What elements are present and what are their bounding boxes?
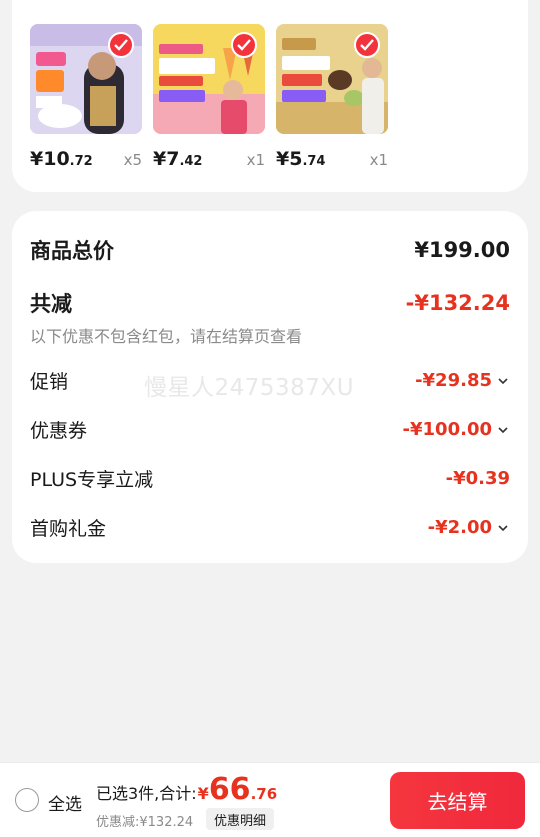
selected-check-icon[interactable] <box>231 32 257 58</box>
discount-row-value: -¥2.00 <box>427 517 492 538</box>
checkout-button[interactable]: 去结算 <box>390 772 525 829</box>
product-price: ¥7.42 <box>153 148 203 170</box>
total-discount-value: -¥132.24 <box>405 291 510 315</box>
product-price: ¥5.74 <box>276 148 326 170</box>
sum-currency: ¥ <box>197 784 209 803</box>
discount-row-label: 促销 <box>30 371 69 393</box>
discount-row-label: PLUS专享立减 <box>30 469 154 491</box>
select-all-label[interactable]: 全选 <box>48 790 82 815</box>
discount-row-coupon[interactable]: 优惠券 -¥100.00 <box>30 416 510 443</box>
discount-note: 以下优惠不包含红包，请在结算页查看 <box>30 327 303 346</box>
product-quantity: x5 <box>123 151 142 169</box>
product-item[interactable]: ¥7.42 x1 <box>153 24 265 170</box>
product-quantity: x1 <box>369 151 388 169</box>
total-price-value: ¥199.00 <box>414 238 510 262</box>
discount-row-value: -¥0.39 <box>445 468 510 489</box>
chevron-down-icon[interactable] <box>496 521 510 535</box>
total-price-label: 商品总价 <box>30 239 114 263</box>
discount-row-value-wrap: -¥29.85 <box>415 370 510 391</box>
discount-detail-button[interactable]: 优惠明细 <box>206 808 275 830</box>
discount-row-value-wrap: -¥0.39 <box>446 468 510 489</box>
checkout-bar: 全选 已选3件,合计: ¥ 66 .76 优惠减:¥132.24 优惠明细 去结… <box>0 762 540 837</box>
chevron-down-icon[interactable] <box>496 374 510 388</box>
discount-row-value: -¥100.00 <box>402 419 492 440</box>
product-price-row: ¥10.72 x5 <box>30 148 142 172</box>
product-item[interactable]: ¥10.72 x5 <box>30 24 142 170</box>
discount-row-value-wrap: -¥100.00 <box>403 419 510 440</box>
total-discount-label: 共减 <box>30 292 72 316</box>
discount-row-promotion[interactable]: 促销 -¥29.85 <box>30 367 510 394</box>
discount-row-label: 首购礼金 <box>30 518 107 540</box>
total-discount-row: 共减 -¥132.24 <box>30 288 510 318</box>
cart-products-card: ¥10.72 x5 ¥7.42 x1 ¥5.74 x1 <box>12 0 528 192</box>
discount-row-first-purchase[interactable]: 首购礼金 -¥2.00 <box>30 514 510 541</box>
discount-row-plus: PLUS专享立减 -¥0.39 <box>30 465 510 492</box>
price-summary-card: 商品总价 ¥199.00 共减 -¥132.24 以下优惠不包含红包，请在结算页… <box>12 211 528 563</box>
sum-integer: 66 <box>208 772 251 807</box>
product-price-row: ¥5.74 x1 <box>276 148 388 172</box>
discount-row-value: -¥29.85 <box>415 370 492 391</box>
discount-row-label: 优惠券 <box>30 420 88 442</box>
discount-row-value-wrap: -¥2.00 <box>428 517 510 538</box>
selected-check-icon[interactable] <box>354 32 380 58</box>
product-image[interactable] <box>276 24 388 134</box>
selected-check-icon[interactable] <box>108 32 134 58</box>
sum-decimal: .76 <box>250 785 278 803</box>
saved-amount: 优惠减:¥132.24 <box>96 815 194 830</box>
product-image[interactable] <box>30 24 142 134</box>
total-price-row: 商品总价 ¥199.00 <box>30 235 510 265</box>
product-image[interactable] <box>153 24 265 134</box>
select-all-checkbox[interactable] <box>15 788 39 812</box>
product-price-row: ¥7.42 x1 <box>153 148 265 172</box>
chevron-down-icon[interactable] <box>496 423 510 437</box>
selected-summary: 已选3件,合计: ¥ 66 .76 <box>96 772 278 807</box>
selected-count-text: 已选3件,合计: <box>96 784 197 803</box>
product-quantity: x1 <box>246 151 265 169</box>
product-item[interactable]: ¥5.74 x1 <box>276 24 388 170</box>
product-price: ¥10.72 <box>30 148 93 170</box>
